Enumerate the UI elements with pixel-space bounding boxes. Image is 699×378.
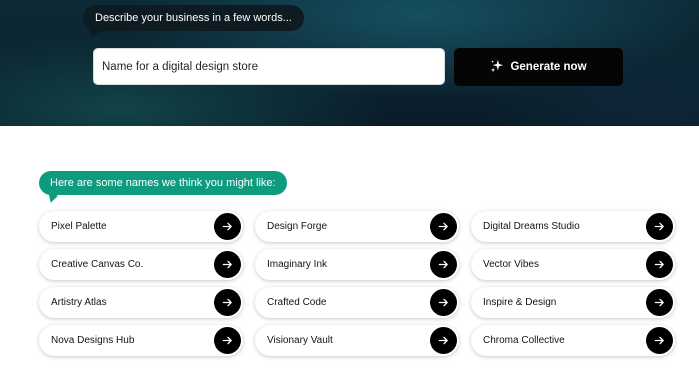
arrow-right-icon[interactable] [646, 289, 673, 316]
arrow-right-icon[interactable] [214, 327, 241, 354]
name-suggestion-card[interactable]: Inspire & Design [471, 287, 675, 318]
name-suggestion-label: Pixel Palette [51, 221, 107, 232]
name-suggestions-grid: Pixel Palette Design Forge Digital Dream… [39, 211, 675, 356]
arrow-right-icon[interactable] [214, 289, 241, 316]
arrow-right-icon[interactable] [646, 251, 673, 278]
name-suggestion-label: Artistry Atlas [51, 297, 107, 308]
generate-now-label: Generate now [510, 61, 587, 73]
sparkles-icon [490, 59, 504, 76]
arrow-right-icon[interactable] [430, 289, 457, 316]
name-suggestion-label: Crafted Code [267, 297, 327, 308]
name-suggestion-label: Creative Canvas Co. [51, 259, 144, 270]
name-suggestion-card[interactable]: Imaginary Ink [255, 249, 459, 280]
name-suggestion-card[interactable]: Pixel Palette [39, 211, 243, 242]
name-suggestion-card[interactable]: Nova Designs Hub [39, 325, 243, 356]
name-suggestion-label: Design Forge [267, 221, 328, 232]
arrow-right-icon[interactable] [430, 251, 457, 278]
name-suggestion-card[interactable]: Chroma Collective [471, 325, 675, 356]
name-suggestion-label: Nova Designs Hub [51, 335, 135, 346]
arrow-right-icon[interactable] [430, 213, 457, 240]
name-suggestion-card[interactable]: Artistry Atlas [39, 287, 243, 318]
name-suggestion-card[interactable]: Creative Canvas Co. [39, 249, 243, 280]
arrow-right-icon[interactable] [646, 213, 673, 240]
name-suggestion-card[interactable]: Crafted Code [255, 287, 459, 318]
name-suggestion-card[interactable]: Vector Vibes [471, 249, 675, 280]
name-suggestion-label: Inspire & Design [483, 297, 557, 308]
name-suggestion-label: Visionary Vault [267, 335, 333, 346]
hero-section: Describe your business in a few words...… [0, 0, 699, 126]
arrow-right-icon[interactable] [214, 251, 241, 278]
arrow-right-icon[interactable] [646, 327, 673, 354]
arrow-right-icon[interactable] [214, 213, 241, 240]
business-description-input[interactable] [93, 48, 445, 85]
name-suggestion-card[interactable]: Design Forge [255, 211, 459, 242]
name-suggestion-label: Imaginary Ink [267, 259, 328, 270]
name-suggestion-card[interactable]: Visionary Vault [255, 325, 459, 356]
generate-now-button[interactable]: Generate now [454, 48, 623, 86]
name-suggestion-label: Digital Dreams Studio [483, 221, 580, 232]
name-suggestion-card[interactable]: Digital Dreams Studio [471, 211, 675, 242]
prompt-bubble: Describe your business in a few words... [83, 5, 304, 31]
arrow-right-icon[interactable] [430, 327, 457, 354]
results-intro-bubble: Here are some names we think you might l… [39, 171, 287, 195]
name-suggestion-label: Chroma Collective [483, 335, 565, 346]
name-suggestion-label: Vector Vibes [483, 259, 539, 270]
